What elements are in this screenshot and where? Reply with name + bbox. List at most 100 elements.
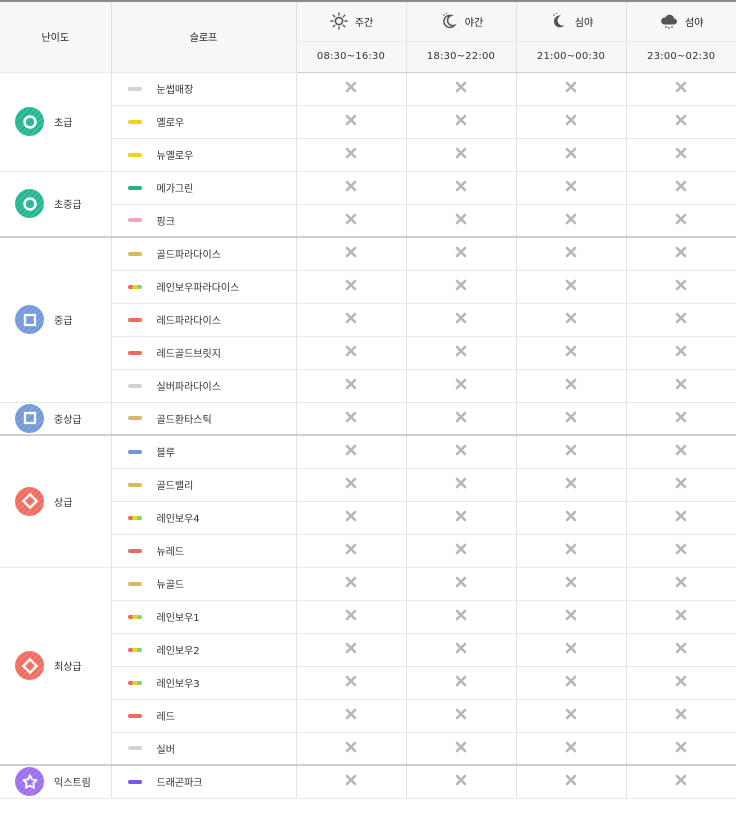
closed-x-icon: [675, 543, 687, 555]
closed-x-icon: [565, 147, 577, 159]
slope-cell: 뉴골드: [111, 567, 297, 601]
closed-x-icon: [565, 741, 577, 753]
closed-x-icon: [565, 543, 577, 555]
closed-x-icon: [455, 774, 467, 786]
slope-cell: 골드파라다이스: [111, 236, 297, 271]
closed-x-icon: [455, 312, 467, 324]
slope-color-marker: [127, 449, 142, 454]
moon-icon: [439, 11, 459, 31]
status-cell: [626, 138, 736, 172]
slope-name: 옐로우: [156, 118, 185, 129]
table-row: 레드파라다이스: [0, 303, 736, 337]
status-cell: [406, 732, 517, 766]
slope-color-marker: [127, 515, 142, 520]
status-cell: [406, 633, 517, 667]
closed-x-icon: [675, 312, 687, 324]
table-row: 실버파라다이스: [0, 369, 736, 403]
status-cell: [406, 666, 517, 700]
closed-x-icon: [675, 708, 687, 720]
status-cell: [406, 600, 517, 634]
closed-x-icon: [675, 147, 687, 159]
table-row: 뉴레드: [0, 534, 736, 568]
closed-x-icon: [675, 477, 687, 489]
status-cell: [516, 434, 627, 469]
closed-x-icon: [455, 543, 467, 555]
status-cell: [516, 699, 627, 733]
table-row: 레인보우2: [0, 633, 736, 667]
closed-x-icon: [345, 609, 357, 621]
slope-color-marker: [127, 713, 142, 718]
closed-x-icon: [345, 312, 357, 324]
period-name: 섬야: [685, 17, 704, 29]
status-cell: [626, 764, 736, 799]
slope-cell: 메가그린: [111, 171, 297, 205]
slope-rows: 초급 눈썹매장 옐로우 뉴옐로우 초중급 메가그린 핑크 중급 골드파라다이스 레인보우파라다이스…: [0, 72, 736, 799]
slope-cell: 골드밸리: [111, 468, 297, 502]
slope-name: 레드파라다이스: [156, 316, 221, 327]
slope-color-marker: [127, 680, 142, 685]
closed-x-icon: [565, 213, 577, 225]
status-cell: [296, 633, 407, 667]
closed-x-icon: [455, 345, 467, 357]
slope-name: 눈썹매장: [156, 85, 194, 96]
status-cell: [406, 270, 517, 304]
level-circle-icon: [15, 107, 44, 136]
level-cell: 초급: [0, 72, 112, 172]
slope-name: 핑크: [156, 216, 175, 228]
slope-name: 뉴골드: [156, 580, 185, 591]
closed-x-icon: [455, 477, 467, 489]
slope-color-marker: [127, 779, 142, 784]
slope-cell: 레인보우파라다이스: [111, 270, 297, 304]
closed-x-icon: [675, 741, 687, 753]
table-row: 초중급 메가그린: [0, 171, 736, 238]
level-diamond-icon: [15, 651, 44, 681]
closed-x-icon: [345, 345, 357, 357]
status-cell: [406, 369, 517, 403]
status-cell: [516, 236, 627, 271]
status-cell: [296, 204, 407, 238]
slope-name: 블루: [156, 448, 175, 460]
table-row: 초급 눈썹매장: [0, 72, 736, 172]
status-cell: [296, 501, 407, 535]
status-cell: [626, 699, 736, 733]
table-row: 레드: [0, 699, 736, 733]
closed-x-icon: [345, 411, 357, 423]
slope-color-marker: [127, 383, 142, 388]
status-cell: [626, 369, 736, 403]
level-label: 익스트림: [54, 778, 91, 790]
status-cell: [296, 303, 407, 337]
status-cell: [296, 105, 407, 139]
level-label: 상급: [54, 497, 73, 509]
table-row: 중상급 골드환타스틱: [0, 402, 736, 436]
period-time-day: 08:30~16:30: [296, 41, 407, 73]
period-header-midnight: 심야: [516, 2, 627, 42]
closed-x-icon: [565, 642, 577, 654]
slope-color-marker: [127, 251, 142, 256]
closed-x-icon: [345, 543, 357, 555]
slope-cell: 레드골드브릿지: [111, 336, 297, 370]
period-header-night: 야간: [406, 2, 517, 42]
status-cell: [626, 534, 736, 568]
status-cell: [406, 402, 517, 436]
status-cell: [516, 534, 627, 568]
slope-cell: 실버: [111, 732, 297, 766]
closed-x-icon: [455, 246, 467, 258]
table-row: 레인보우파라다이스: [0, 270, 736, 304]
cloud-moon-icon: [659, 11, 679, 31]
slope-color-marker: [127, 482, 142, 487]
status-cell: [516, 468, 627, 502]
closed-x-icon: [455, 675, 467, 687]
status-cell: [516, 138, 627, 172]
level-cell: 익스트림: [0, 764, 112, 799]
closed-x-icon: [675, 81, 687, 93]
closed-x-icon: [675, 246, 687, 258]
closed-x-icon: [565, 477, 577, 489]
slope-color-marker: [127, 185, 142, 190]
status-cell: [406, 171, 517, 205]
table-row: 골드밸리: [0, 468, 736, 502]
table-row: 레드골드브릿지: [0, 336, 736, 370]
status-cell: [626, 633, 736, 667]
table-row: 핑크: [0, 204, 736, 238]
level-cell: 중급: [0, 236, 112, 403]
slope-cell: 레드파라다이스: [111, 303, 297, 337]
